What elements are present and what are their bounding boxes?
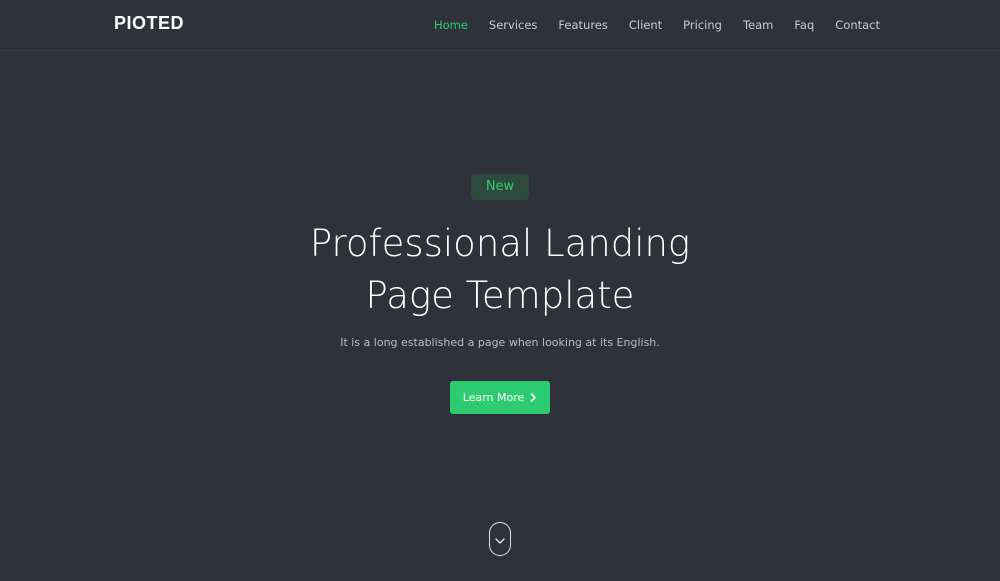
nav-link-services[interactable]: Services: [489, 18, 538, 32]
nav-link-home[interactable]: Home: [434, 18, 468, 32]
navbar: PIOTED Home Services Features Client Pri…: [0, 0, 1000, 51]
nav-item-pricing: Pricing: [683, 16, 722, 34]
scroll-down-button[interactable]: [489, 522, 511, 556]
hero-subtitle: It is a long established a page when loo…: [340, 336, 660, 349]
brand-logo[interactable]: PIOTED: [114, 13, 184, 34]
chevron-down-icon: [495, 531, 505, 549]
nav-item-faq: Faq: [794, 16, 814, 34]
learn-more-button[interactable]: Learn More: [450, 381, 550, 414]
nav-link-contact[interactable]: Contact: [835, 18, 880, 32]
nav-link-features[interactable]: Features: [558, 18, 607, 32]
nav-item-features: Features: [558, 16, 607, 34]
chevron-right-icon: [530, 392, 537, 404]
learn-more-label: Learn More: [462, 391, 525, 404]
nav-item-client: Client: [629, 16, 662, 34]
nav-menu: Home Services Features Client Pricing Te…: [413, 0, 880, 50]
nav-link-client[interactable]: Client: [629, 18, 662, 32]
nav-item-services: Services: [489, 16, 538, 34]
nav-item-home: Home: [434, 16, 468, 34]
nav-item-team: Team: [743, 16, 773, 34]
nav-link-team[interactable]: Team: [743, 18, 773, 32]
nav-link-faq[interactable]: Faq: [794, 18, 814, 32]
hero-title-line1: Professional Landing: [309, 222, 691, 265]
nav-link-pricing[interactable]: Pricing: [683, 18, 722, 32]
new-badge: New: [471, 174, 529, 200]
nav-item-contact: Contact: [835, 16, 880, 34]
hero-section: New Professional Landing Page Template I…: [0, 51, 1000, 581]
hero-title: Professional Landing Page Template: [200, 218, 800, 322]
hero-title-line2: Page Template: [365, 274, 635, 317]
